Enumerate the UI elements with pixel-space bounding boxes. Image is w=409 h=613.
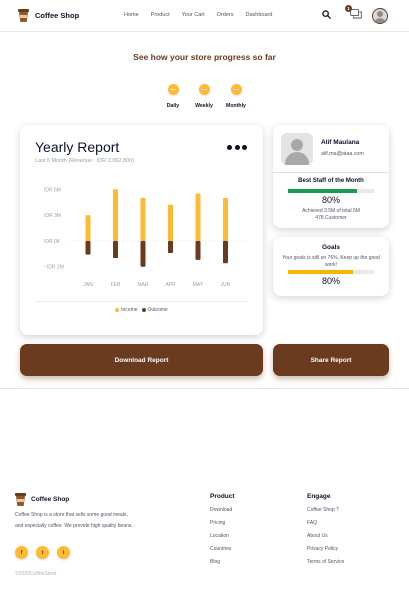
goals-text: Your goals is still on 76%. Keep up the … (282, 255, 380, 268)
nav-link-cart[interactable]: Your Cart (182, 12, 205, 18)
period-label: Weekly (195, 103, 213, 109)
radio-dot-icon[interactable] (198, 84, 210, 95)
best-staff-card: Alif Maulana alif.ma@ataa.com Best Staff… (273, 125, 389, 228)
y-tick-label: IDR 5M (44, 187, 61, 193)
nav-links: Home Product Your Cart Orders Dashboard (124, 12, 272, 18)
footer-column-title: Product (210, 493, 235, 500)
instagram-icon[interactable]: i (57, 546, 70, 559)
income-bar-mar (140, 197, 146, 241)
goals-title: Goals (321, 244, 341, 251)
staff-email: alif.ma@ataa.com (321, 151, 364, 157)
period-daily[interactable]: Daily (158, 84, 188, 109)
brand-logo[interactable]: Coffee Shop (18, 9, 79, 22)
nav-link-dashboard[interactable]: Dashboard (245, 12, 272, 18)
legend-income: Income (115, 307, 138, 313)
footer-link-location[interactable]: Location (210, 533, 235, 546)
facebook-icon[interactable]: f (15, 546, 28, 559)
footer-link-blog[interactable]: Blog (210, 559, 235, 572)
footer-description: Coffee Shop is a store that sells some g… (15, 512, 133, 529)
goals-progress-bar (288, 270, 374, 274)
y-tick-label: −IDR 2M (44, 265, 64, 271)
chart-divider (35, 301, 248, 302)
social-links: f t i (15, 546, 70, 559)
outcome-bar-jan (85, 240, 91, 255)
download-report-button[interactable]: Download Report (20, 344, 263, 376)
chat-badge: 1 (345, 5, 352, 12)
chart-legend: Income Outcome (20, 307, 263, 313)
footer-column-title: Engage (307, 493, 331, 500)
income-bar-may (195, 193, 201, 241)
search-icon[interactable] (322, 10, 331, 19)
footer-link-coffee-shop[interactable]: Coffee Shop ? (307, 507, 344, 520)
copyright: ©2020CoffeeStore (15, 571, 57, 577)
x-tick-label: JAN (83, 282, 93, 288)
x-tick-label: MAY (193, 282, 204, 288)
share-report-button[interactable]: Share Report (273, 344, 389, 376)
footer-engage-column: Engage Coffee Shop ? FAQ About Us Privac… (307, 493, 344, 572)
x-tick-label: MAR (137, 282, 149, 288)
x-tick-label: JUN (221, 282, 231, 288)
footer-link-download[interactable]: Download (210, 507, 235, 520)
x-tick-label: FEB (111, 282, 121, 288)
footer-product-column: Product Download Pricing Location Countr… (210, 493, 235, 572)
section-divider (0, 388, 409, 389)
twitter-icon[interactable]: t (36, 546, 49, 559)
radio-dot-icon[interactable] (167, 84, 179, 95)
footer-brand[interactable]: Coffee Shop (15, 493, 69, 506)
staff-avatar (281, 133, 313, 165)
legend-outcome: Outcome (141, 307, 168, 313)
outcome-bar-mar (140, 240, 146, 267)
y-tick-label: IDR 3M (44, 213, 61, 219)
footer-link-about[interactable]: About Us (307, 533, 344, 546)
staff-percent: 80% (321, 195, 340, 205)
staff-note: Achieved 3.5M of total 5M 478 Customer (302, 208, 360, 221)
yearly-report-card: Yearly Report Last 6 Month (Revenue : ID… (20, 125, 263, 335)
staff-progress-bar (288, 189, 374, 193)
footer-link-terms[interactable]: Terms of Service (307, 559, 344, 572)
nav-link-product[interactable]: Product (151, 12, 170, 18)
x-tick-label: APR (165, 282, 176, 288)
staff-name: Alif Maulana (321, 139, 360, 146)
navbar: Coffee Shop Home Product Your Cart Order… (0, 0, 409, 32)
footer-link-privacy[interactable]: Privacy Policy (307, 546, 344, 559)
goals-card: Goals Your goals is still on 76%. Keep u… (273, 237, 389, 296)
footer-link-pricing[interactable]: Pricing (210, 520, 235, 533)
footer-link-countries[interactable]: Countries (210, 546, 235, 559)
income-bar-feb (113, 189, 118, 241)
income-bar-jun (223, 197, 228, 241)
chat-icon[interactable] (350, 9, 362, 20)
footer-brand-name: Coffee Shop (31, 496, 70, 503)
outcome-bar-may (195, 240, 201, 260)
avatar[interactable] (372, 8, 388, 24)
page-title: See how your store progress so far (133, 52, 276, 62)
nav-link-home[interactable]: Home (124, 12, 139, 18)
divider (273, 172, 389, 173)
staff-award-title: Best Staff of the Month (298, 178, 364, 184)
period-monthly[interactable]: Monthly (221, 84, 251, 109)
radio-dot-icon[interactable] (230, 84, 242, 95)
outcome-bar-apr (168, 240, 173, 253)
y-tick-label: IDR 0K (44, 239, 61, 245)
period-weekly[interactable]: Weekly (189, 84, 219, 109)
outcome-bar-feb (113, 240, 118, 259)
footer-link-faq[interactable]: FAQ (307, 520, 344, 533)
income-bar-jan (85, 215, 91, 241)
goals-percent: 80% (321, 276, 340, 286)
yearly-report-chart: IDR 5M IDR 3M IDR 0K −IDR 2M JAN FEB MAR APR MAY… (44, 187, 245, 288)
coffee-cup-icon (15, 493, 26, 506)
outcome-bar-jun (223, 240, 228, 264)
period-label: Daily (166, 103, 180, 109)
brand-name: Coffee Shop (35, 11, 80, 20)
period-label: Monthly (226, 103, 246, 109)
income-bar-apr (168, 204, 173, 241)
nav-link-orders[interactable]: Orders (217, 12, 234, 18)
coffee-cup-icon (18, 9, 29, 22)
